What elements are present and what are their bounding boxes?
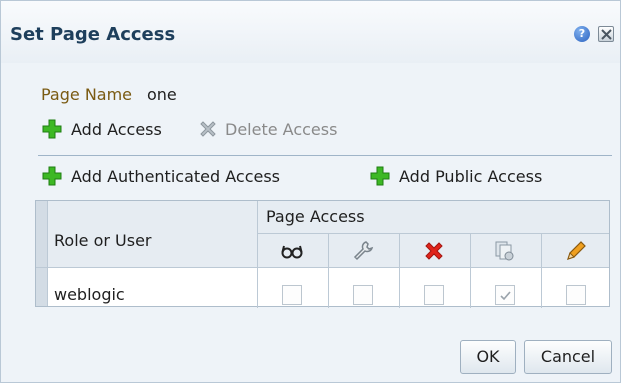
add-icon <box>370 166 390 186</box>
grant-checkbox[interactable] <box>495 285 515 305</box>
grant-pages-icon <box>495 241 514 261</box>
page-name-value: one <box>147 85 177 104</box>
add-icon <box>42 166 62 186</box>
customize-wrench-icon <box>353 241 374 261</box>
add-public-access-link[interactable]: Add Public Access <box>369 165 542 187</box>
customize-checkbox[interactable] <box>353 285 373 305</box>
add-icon <box>42 119 62 139</box>
column-divider <box>470 233 471 308</box>
separator <box>38 155 612 156</box>
add-public-access-label: Add Public Access <box>399 166 543 186</box>
row-selector[interactable] <box>36 267 48 306</box>
add-authenticated-access-label: Add Authenticated Access <box>71 166 280 186</box>
column-divider <box>399 233 400 308</box>
deny-checkbox[interactable] <box>424 285 444 305</box>
edit-pencil-icon <box>567 241 586 260</box>
header-divider <box>257 233 609 234</box>
add-access-label: Add Access <box>71 119 162 139</box>
deny-x-icon <box>425 242 443 260</box>
help-icon[interactable]: ? <box>574 26 590 42</box>
view-glasses-icon <box>281 245 303 259</box>
role-or-user-header: Role or User <box>54 231 152 250</box>
column-divider <box>541 233 542 308</box>
column-divider <box>257 201 258 308</box>
cancel-button[interactable]: Cancel <box>524 340 612 374</box>
ok-button[interactable]: OK <box>460 340 516 374</box>
add-authenticated-access-link[interactable]: Add Authenticated Access <box>41 165 280 187</box>
page-access-header: Page Access <box>266 207 365 226</box>
set-page-access-dialog: Set Page Access ? Page Name one Add Acce… <box>0 0 621 383</box>
add-access-link[interactable]: Add Access <box>41 118 162 140</box>
view-checkbox[interactable] <box>282 285 302 305</box>
access-table: Role or User Page Access weblogic <box>35 200 610 308</box>
column-divider <box>328 233 329 308</box>
edit-checkbox[interactable] <box>566 285 586 305</box>
close-icon[interactable] <box>598 26 614 42</box>
delete-access-link[interactable]: Delete Access <box>197 118 337 140</box>
dialog-titlebar: Set Page Access ? <box>1 1 620 63</box>
header-row-marker <box>36 201 48 267</box>
header-bottom-divider <box>36 267 609 268</box>
delete-icon <box>200 121 216 137</box>
dialog-title: Set Page Access <box>10 24 176 45</box>
delete-access-label: Delete Access <box>225 119 338 139</box>
table-row-name: weblogic <box>54 285 125 304</box>
page-name-label: Page Name <box>41 85 133 104</box>
